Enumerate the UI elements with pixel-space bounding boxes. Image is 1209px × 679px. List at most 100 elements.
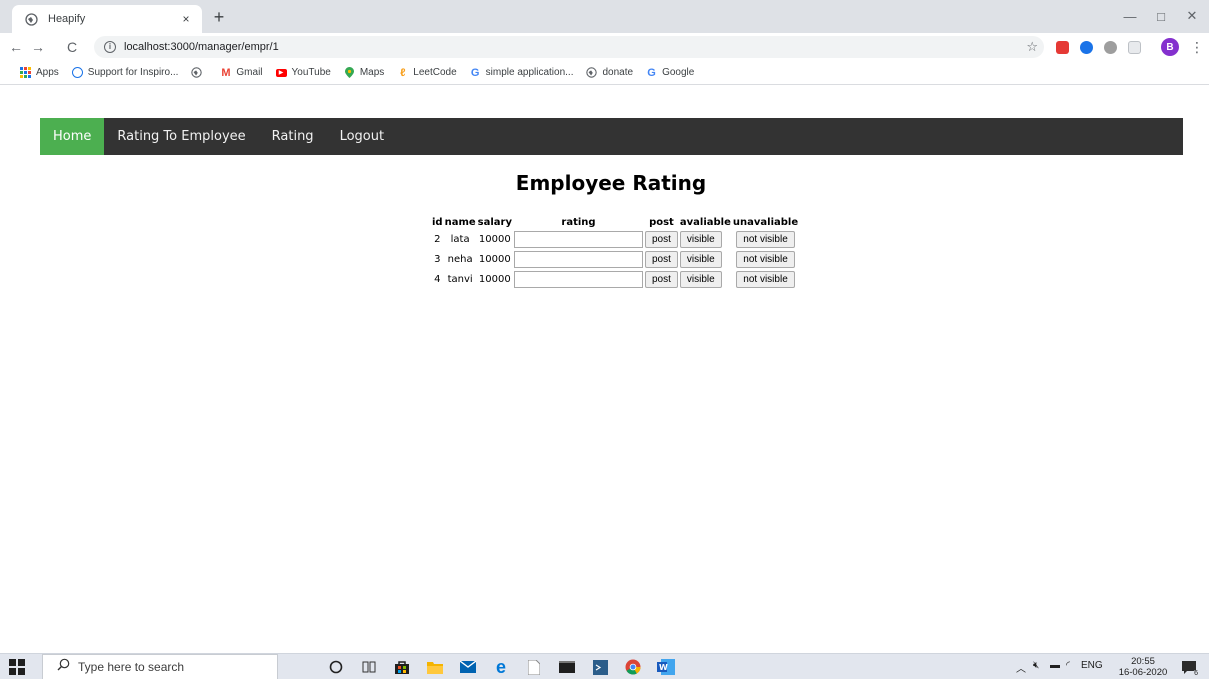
bookmark-label: Apps (36, 67, 59, 78)
nav-rating-to-employee-link[interactable]: Rating To Employee (104, 118, 258, 155)
header-id: id (432, 216, 443, 228)
header-salary: salary (477, 216, 512, 228)
bookmark-gmail[interactable]: M Gmail (220, 66, 263, 79)
top-navbar: Home Rating To Employee Rating Logout (40, 118, 1183, 155)
employee-rating-table: id name salary rating post avaliable una… (430, 214, 800, 290)
extension-icon-2[interactable] (1104, 41, 1117, 54)
gmail-icon: M (221, 66, 231, 79)
bookmark-label: donate (602, 67, 634, 78)
notification-center-icon[interactable]: 6 (1180, 658, 1199, 677)
mail-icon[interactable] (459, 658, 477, 676)
new-tab-button[interactable]: + (207, 5, 231, 29)
visible-button[interactable]: visible (679, 251, 722, 268)
bookmark-donate[interactable]: donate (586, 67, 633, 78)
bookmark-apps[interactable]: Apps (20, 67, 59, 78)
minimize-icon[interactable]: — (1120, 6, 1140, 26)
not-visible-button[interactable]: not visible (736, 271, 795, 288)
browser-tab[interactable]: Heapify × (12, 5, 202, 33)
tab-close-icon[interactable]: × (178, 12, 194, 26)
cell-salary: 10000 (478, 274, 511, 285)
windows-taskbar: Type here to search e W ︿ 🔇︎ ▬ ◜ ENG 20:… (0, 653, 1209, 679)
youtube-icon: ▶ (275, 68, 287, 77)
bookmark-youtube[interactable]: ▶ YouTube (275, 67, 331, 78)
tray-chevron-icon[interactable]: ︿ (1016, 660, 1026, 675)
menu-kebab-icon[interactable]: ⋮ (1190, 38, 1204, 56)
search-placeholder: Type here to search (78, 660, 185, 674)
nav-logout-link[interactable]: Logout (327, 118, 398, 155)
store-icon[interactable] (393, 658, 411, 676)
file-explorer-icon[interactable] (426, 658, 444, 676)
rating-input[interactable] (514, 251, 643, 268)
post-button[interactable]: post (645, 251, 678, 268)
bookmark-simple-application[interactable]: G simple application... (470, 67, 574, 79)
rating-input[interactable] (514, 231, 643, 248)
header-available: avaliable (679, 216, 731, 228)
maximize-icon[interactable]: □ (1151, 6, 1171, 26)
windows-start-icon[interactable] (9, 659, 25, 675)
language-indicator[interactable]: ENG (1081, 660, 1103, 671)
cell-name: neha (447, 254, 473, 265)
bookmark-label: LeetCode (413, 67, 457, 78)
reload-icon[interactable]: C (62, 37, 82, 57)
cell-name: lata (450, 234, 470, 245)
edge-icon[interactable]: e (492, 657, 510, 677)
site-info-icon[interactable]: i (104, 41, 116, 53)
cell-post: post (645, 270, 678, 289)
bookmark-label: Maps (359, 67, 385, 78)
notepad-icon[interactable] (525, 658, 543, 676)
bookmarks-bar: Apps Support for Inspiro... M Gmail ▶ Yo… (0, 61, 1209, 85)
visible-button[interactable]: visible (679, 231, 722, 248)
post-button[interactable]: post (645, 231, 678, 248)
visible-button[interactable]: visible (679, 271, 722, 288)
extension-icon[interactable] (1080, 41, 1093, 54)
taskbar-clock[interactable]: 20:55 16-06-2020 (1116, 656, 1170, 678)
bookmark-inspiro[interactable]: Support for Inspiro... (71, 67, 179, 78)
wifi-icon[interactable]: ◜ (1066, 660, 1070, 671)
not-visible-button[interactable]: not visible (736, 251, 795, 268)
vscode-icon[interactable] (591, 658, 609, 676)
leetcode-icon: ℓ (400, 66, 406, 79)
maps-pin-icon (344, 67, 355, 78)
nav-rating-link[interactable]: Rating (259, 118, 327, 155)
cell-available: visible (679, 270, 731, 289)
bookmark-star-icon[interactable]: ☆ (1026, 39, 1038, 55)
bookmark-label: Gmail (236, 67, 263, 78)
post-button[interactable]: post (645, 271, 678, 288)
header-post: post (649, 216, 674, 228)
window-close-icon[interactable]: ✕ (1182, 6, 1202, 26)
task-view-icon[interactable] (360, 658, 378, 676)
cell-name: tanvi (447, 274, 473, 285)
address-bar[interactable]: i localhost:3000/manager/empr/1 ☆ (94, 36, 1044, 58)
forward-arrow-icon[interactable]: → (28, 37, 48, 57)
bookmark-maps[interactable]: Maps (344, 67, 384, 78)
cell-available: visible (679, 230, 731, 249)
back-arrow-icon[interactable]: ← (6, 37, 26, 57)
address-url[interactable]: localhost:3000/manager/empr/1 (124, 41, 279, 53)
inspiro-icon (71, 67, 83, 78)
battery-icon[interactable]: ▬ (1050, 660, 1060, 671)
nav-home-link[interactable]: Home (40, 118, 105, 155)
cell-id: 4 (434, 274, 441, 285)
not-visible-button[interactable]: not visible (736, 231, 795, 248)
ublock-extension-icon[interactable] (1056, 41, 1069, 54)
clock-time: 20:55 (1131, 656, 1155, 667)
cell-id: 2 (434, 234, 441, 245)
volume-muted-icon[interactable]: 🔇︎ (1033, 660, 1039, 671)
taskbar-search-box[interactable]: Type here to search (42, 654, 278, 679)
chrome-icon[interactable] (624, 658, 642, 676)
extension-icon-3[interactable] (1128, 41, 1141, 54)
header-rating: rating (561, 216, 596, 228)
cell-rating (514, 270, 643, 289)
bookmark-globe[interactable] (191, 67, 207, 78)
bookmark-google[interactable]: G Google (646, 67, 694, 79)
bookmark-label: YouTube (291, 67, 331, 78)
bookmark-leetcode[interactable]: ℓ LeetCode (397, 66, 457, 79)
cell-available: visible (679, 250, 731, 269)
bookmark-label: Support for Inspiro... (87, 67, 179, 78)
cortana-icon[interactable] (327, 658, 345, 676)
word-icon[interactable]: W (657, 658, 675, 676)
table-row: 2 lata 10000 post visible not visible (432, 230, 798, 249)
terminal-icon[interactable] (558, 658, 576, 676)
profile-avatar[interactable]: B (1161, 38, 1179, 56)
rating-input[interactable] (514, 271, 643, 288)
